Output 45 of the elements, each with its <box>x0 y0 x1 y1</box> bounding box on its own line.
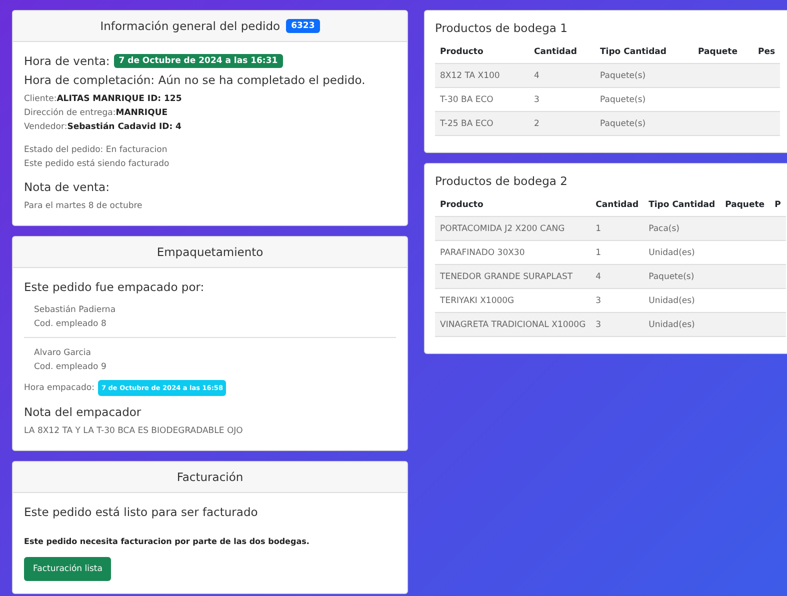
table-cell: TENEDOR GRANDE SURAPLAST <box>435 264 591 288</box>
table-cell: Paca(s) <box>644 216 720 240</box>
packed-by-title: Este pedido fue empacado por: <box>24 280 206 294</box>
detail-label: Cliente: <box>24 94 57 104</box>
billing-ready-button[interactable]: Facturación lista <box>24 557 112 581</box>
card-title: Información general del pedido <box>100 19 280 33</box>
card-title: Empaquetamiento <box>156 245 264 259</box>
note-title: Nota de venta: <box>24 180 110 194</box>
packer-note: LA 8X12 TA Y LA T-30 BCA ES BIODEGRADABLE OJO <box>24 425 244 438</box>
billing-ready-text: Este pedido está listo para ser facturado <box>24 505 259 519</box>
packing-time-label: Hora empacado: <box>24 382 94 395</box>
completion-text: Hora de completación: Aún no se ha completado el pedido. <box>24 73 366 87</box>
detail-value: ALITAS MANRIQUE ID: 125 <box>56 94 182 104</box>
table-cell: Unidad(es) <box>644 312 720 336</box>
order-number-badge: 6323 <box>286 19 320 33</box>
sale-time-label: Hora de venta: <box>24 54 110 68</box>
card-title: Facturación <box>176 470 244 484</box>
table-cell: 4 <box>529 64 595 88</box>
table-cell: Paquete(s) <box>595 64 693 88</box>
table-cell: T-25 BA ECO <box>435 112 529 136</box>
detail-value: MANRIQUE <box>116 108 168 118</box>
packer-name: Sebastián Padierna <box>34 304 117 317</box>
table-cell: PORTACOMIDA J2 X200 CANG <box>435 216 591 240</box>
table-cell: Paquete(s) <box>644 264 720 288</box>
status-note: Este pedido está siendo facturado <box>24 158 170 171</box>
warehouse-title: Productos de bodega 1 <box>435 21 568 35</box>
packer-code: Cod. empleado 8 <box>34 318 108 331</box>
table-cell: 3 <box>590 312 644 336</box>
packer-name: Alvaro Garcia <box>34 347 92 360</box>
table-cell: 1 <box>590 216 644 240</box>
order-status: Estado del pedido: En facturacion <box>24 144 168 157</box>
billing-requirement: Este pedido necesita facturacion por parte de las dos bodegas. <box>24 537 310 546</box>
warehouse-title: Productos de bodega 2 <box>435 174 568 188</box>
table-cell: 8X12 TA X100 <box>435 64 529 88</box>
table-cell: 2 <box>529 112 595 136</box>
sale-time-badge: 7 de Octubre de 2024 a las 16:31 <box>114 54 283 68</box>
table-cell: VINAGRETA TRADICIONAL X1000G <box>435 312 591 336</box>
packer-note-title: Nota del empacador <box>24 405 142 419</box>
detail-label: Vendedor: <box>24 122 68 132</box>
detail-value: Sebastián Cadavid ID: 4 <box>67 122 182 132</box>
detail-label: Dirección de entrega: <box>24 108 116 118</box>
table-cell: 4 <box>590 264 644 288</box>
packer-code: Cod. empleado 9 <box>34 361 108 374</box>
table-cell: Paquete(s) <box>595 112 693 136</box>
sale-note: Para el martes 8 de octubre <box>24 200 144 213</box>
